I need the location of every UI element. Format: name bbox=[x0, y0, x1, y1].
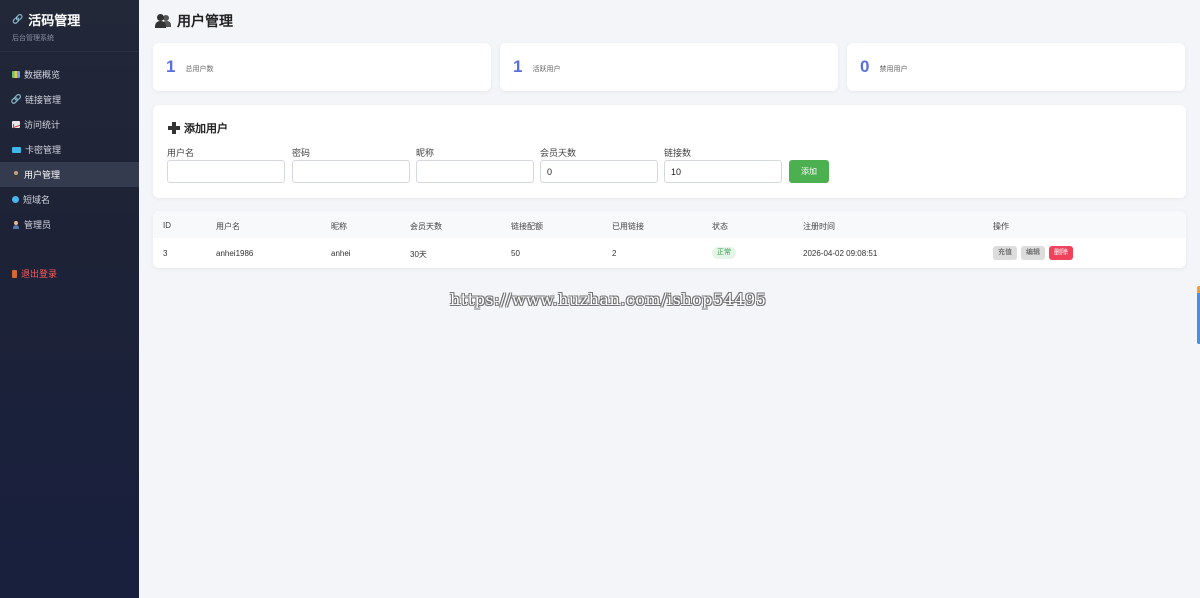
trend-chart-icon bbox=[12, 121, 20, 128]
ticket-icon bbox=[12, 146, 21, 153]
column-header: 操作 bbox=[993, 222, 1009, 231]
edit-button[interactable]: 编辑 bbox=[1021, 246, 1045, 260]
admin-icon bbox=[12, 220, 20, 229]
brand: 🔗 活码管理 后台管理系统 bbox=[0, 0, 139, 52]
sidebar-item-admins[interactable]: 管理员 bbox=[0, 212, 139, 237]
globe-icon bbox=[12, 196, 19, 203]
field-label: 密码 bbox=[292, 148, 311, 158]
sidebar-item-label: 数据概览 bbox=[24, 70, 61, 80]
link-count-field: 链接数 bbox=[664, 146, 782, 183]
cell-used-links: 2 bbox=[612, 249, 617, 258]
delete-button[interactable]: 删除 bbox=[1049, 246, 1073, 260]
sidebar-nav: 数据概览 🔗 链接管理 访问统计 卡密管理 用户管理 短域名 管理员 bbox=[0, 62, 139, 237]
sidebar-item-label: 访问统计 bbox=[24, 120, 61, 130]
cell-registered-time: 2026-04-02 09:08:51 bbox=[803, 249, 878, 258]
stat-value: 1 bbox=[166, 57, 176, 76]
sidebar: 🔗 活码管理 后台管理系统 数据概览 🔗 链接管理 访问统计 卡密管理 用户管理… bbox=[0, 0, 139, 598]
brand-title-text: 活码管理 bbox=[28, 13, 81, 28]
plus-icon bbox=[168, 122, 180, 134]
sidebar-item-stats[interactable]: 访问统计 bbox=[0, 112, 139, 137]
user-icon bbox=[12, 170, 20, 179]
sidebar-item-label: 管理员 bbox=[24, 220, 52, 230]
nickname-field: 昵称 bbox=[416, 146, 534, 183]
nickname-input[interactable] bbox=[416, 160, 534, 183]
stat-card-active-users: 1 活跃用户 bbox=[500, 43, 838, 91]
username-field: 用户名 bbox=[167, 146, 285, 183]
sidebar-item-label: 链接管理 bbox=[25, 95, 62, 105]
brand-title: 🔗 活码管理 bbox=[12, 10, 129, 29]
sidebar-item-cards[interactable]: 卡密管理 bbox=[0, 137, 139, 162]
column-header: 会员天数 bbox=[410, 222, 442, 231]
stat-value: 1 bbox=[513, 57, 523, 76]
sidebar-item-users[interactable]: 用户管理 bbox=[0, 162, 139, 187]
username-input[interactable] bbox=[167, 160, 285, 183]
column-header: 用户名 bbox=[216, 222, 240, 231]
field-label: 链接数 bbox=[664, 148, 692, 158]
cell-username: anhei1986 bbox=[216, 249, 254, 258]
stat-label: 活跃用户 bbox=[532, 65, 561, 73]
status-badge: 正常 bbox=[712, 247, 736, 259]
brand-subtitle: 后台管理系统 bbox=[12, 35, 54, 42]
member-days-input[interactable] bbox=[540, 160, 658, 183]
link-icon: 🔗 bbox=[10, 94, 23, 104]
cell-member-days: 30天 bbox=[410, 250, 427, 259]
door-icon bbox=[12, 269, 17, 278]
cell-id: 3 bbox=[163, 249, 168, 258]
watermark: https://www.huzhan.com/ishop54495 bbox=[450, 290, 767, 309]
column-header: 状态 bbox=[712, 222, 728, 231]
sidebar-item-label: 短域名 bbox=[23, 195, 51, 205]
column-header: ID bbox=[163, 221, 171, 230]
add-user-form: 添加用户 用户名 密码 昵称 会员天数 链接数 添加 bbox=[153, 105, 1186, 198]
table-header: ID 用户名 昵称 会员天数 链接配额 已用链接 状态 注册时间 操作 bbox=[153, 211, 1186, 238]
column-header: 注册时间 bbox=[803, 222, 835, 231]
column-header: 昵称 bbox=[331, 222, 347, 231]
stat-label: 禁用用户 bbox=[879, 65, 908, 73]
logout-button[interactable]: 退出登录 bbox=[0, 261, 139, 286]
recharge-button[interactable]: 充值 bbox=[993, 246, 1017, 260]
stat-card-total-users: 1 总用户数 bbox=[153, 43, 491, 91]
column-header: 链接配额 bbox=[511, 222, 543, 231]
field-label: 昵称 bbox=[416, 148, 435, 158]
sidebar-item-short-domain[interactable]: 短域名 bbox=[0, 187, 139, 212]
sidebar-item-dashboard[interactable]: 数据概览 bbox=[0, 62, 139, 87]
logout-label: 退出登录 bbox=[21, 269, 58, 279]
stat-value: 0 bbox=[860, 57, 870, 76]
add-user-button[interactable]: 添加 bbox=[789, 160, 829, 183]
sidebar-item-links[interactable]: 🔗 链接管理 bbox=[0, 87, 139, 112]
field-label: 会员天数 bbox=[540, 148, 577, 158]
sidebar-item-label: 用户管理 bbox=[24, 170, 61, 180]
page-title-text: 用户管理 bbox=[177, 13, 233, 29]
link-count-input[interactable] bbox=[664, 160, 782, 183]
stat-card-disabled-users: 0 禁用用户 bbox=[847, 43, 1185, 91]
password-field: 密码 bbox=[292, 146, 410, 183]
sidebar-item-label: 卡密管理 bbox=[25, 145, 62, 155]
form-title: 添加用户 bbox=[168, 120, 228, 136]
users-icon bbox=[155, 14, 171, 28]
field-label: 用户名 bbox=[167, 148, 195, 158]
form-title-text: 添加用户 bbox=[184, 123, 228, 135]
stat-label: 总用户数 bbox=[185, 65, 214, 73]
page-title: 用户管理 bbox=[155, 11, 233, 31]
cell-link-quota: 50 bbox=[511, 249, 520, 258]
password-input[interactable] bbox=[292, 160, 410, 183]
cell-nickname: anhei bbox=[331, 249, 351, 258]
users-table: ID 用户名 昵称 会员天数 链接配额 已用链接 状态 注册时间 操作 3 an… bbox=[153, 211, 1186, 268]
column-header: 已用链接 bbox=[612, 222, 644, 231]
member-days-field: 会员天数 bbox=[540, 146, 658, 183]
bar-chart-icon bbox=[12, 71, 20, 78]
link-icon: 🔗 bbox=[12, 14, 24, 24]
